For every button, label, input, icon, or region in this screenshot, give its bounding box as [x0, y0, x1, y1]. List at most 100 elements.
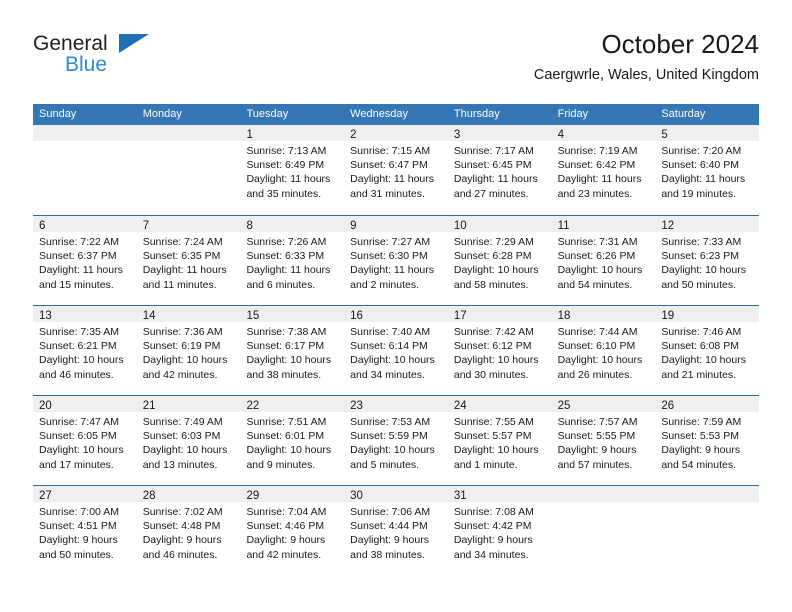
day-number-band: 24 [447, 396, 552, 412]
daylight-text-line1: Daylight: 11 hours [39, 264, 123, 277]
sunset-text: Sunset: 4:48 PM [142, 520, 221, 533]
day-number-band: 27 [33, 486, 137, 502]
calendar-day-cell[interactable]: 7 Sunrise: 7:24 AM Sunset: 6:35 PM Daylight… [136, 216, 241, 305]
daylight-text-line1: Daylight: 10 hours [453, 264, 539, 277]
daylight-text-line1: Daylight: 11 hours [557, 173, 642, 186]
daylight-text-line1: Daylight: 10 hours [39, 354, 124, 367]
daylight-text-line1: Daylight: 9 hours [557, 444, 637, 457]
daylight-text-line1: Daylight: 10 hours [350, 444, 435, 457]
calendar-day-cell[interactable]: 2 Sunrise: 7:15 AM Sunset: 6:47 PM Daylight… [344, 125, 448, 215]
calendar-day-cell-empty[interactable] [136, 125, 241, 215]
day-number: 10 [453, 220, 467, 232]
day-number-band: 23 [344, 396, 448, 412]
day-number-band: 12 [655, 216, 760, 232]
calendar-day-cell[interactable]: 31 Sunrise: 7:08 AM Sunset: 4:42 PM Dayligh… [447, 486, 552, 575]
sunrise-text: Sunrise: 7:31 AM [557, 236, 638, 248]
calendar-day-cell[interactable]: 16 Sunrise: 7:40 AM Sunset: 6:14 PM Dayligh… [344, 306, 448, 395]
daylight-text-line1: Daylight: 10 hours [453, 444, 539, 457]
calendar-day-cell[interactable]: 5 Sunrise: 7:20 AM Sunset: 6:40 PM Daylight… [655, 125, 760, 215]
day-details: Sunrise: 7:13 AM Sunset: 6:49 PM Daylight:… [240, 141, 344, 201]
sunset-text: Sunset: 6:23 PM [661, 250, 739, 263]
calendar-day-cell[interactable]: 26 Sunrise: 7:59 AM Sunset: 5:53 PM Dayligh… [655, 396, 760, 485]
day-number: 6 [39, 220, 46, 232]
calendar-day-cell[interactable]: 8 Sunrise: 7:26 AM Sunset: 6:33 PM Daylight… [240, 216, 345, 305]
calendar-day-cell[interactable]: 25 Sunrise: 7:57 AM Sunset: 5:55 PM Dayligh… [551, 396, 656, 485]
day-number: 20 [39, 400, 52, 412]
calendar-day-cell[interactable]: 28 Sunrise: 7:02 AM Sunset: 4:48 PM Dayligh… [136, 486, 241, 575]
daylight-text-line2: and 42 minutes. [246, 548, 322, 561]
calendar-day-cell[interactable]: 13 Sunrise: 7:35 AM Sunset: 6:21 PM Dayligh… [33, 306, 137, 395]
calendar-day-cell[interactable]: 19 Sunrise: 7:46 AM Sunset: 6:08 PM Dayligh… [655, 306, 760, 395]
sunrise-text: Sunrise: 7:51 AM [246, 416, 327, 428]
calendar-day-cell[interactable]: 22 Sunrise: 7:51 AM Sunset: 6:01 PM Dayligh… [240, 396, 345, 485]
sunrise-text: Sunrise: 7:17 AM [453, 145, 534, 157]
sunrise-text: Sunrise: 7:40 AM [350, 326, 431, 338]
day-number: 26 [661, 400, 675, 412]
sunset-text: Sunset: 6:42 PM [557, 159, 636, 172]
calendar-day-cell[interactable]: 1 Sunrise: 7:13 AM Sunset: 6:49 PM Daylight… [240, 125, 345, 215]
day-details: Sunrise: 7:17 AM Sunset: 6:45 PM Daylight:… [448, 141, 552, 201]
day-details: Sunrise: 7:51 AM Sunset: 6:01 PM Daylight:… [240, 412, 344, 472]
calendar-day-cell[interactable]: 18 Sunrise: 7:44 AM Sunset: 6:10 PM Dayligh… [551, 306, 656, 395]
daylight-text-line1: Daylight: 10 hours [39, 444, 124, 457]
calendar-grid: Sunday Monday Tuesday Wednesday Thursday Frid… [33, 104, 760, 575]
calendar-day-cell[interactable]: 23 Sunrise: 7:53 AM Sunset: 5:59 PM Dayligh… [344, 396, 448, 485]
calendar-week-row: 27 Sunrise: 7:00 AM Sunset: 4:51 PM Dayligh… [33, 485, 760, 575]
daylight-text-line1: Daylight: 9 hours [350, 534, 429, 547]
daylight-text-line2: and 31 minutes. [350, 187, 425, 200]
daylight-text-line1: Daylight: 10 hours [142, 354, 228, 367]
calendar-day-cell[interactable]: 15 Sunrise: 7:38 AM Sunset: 6:17 PM Dayligh… [240, 306, 345, 395]
sunset-text: Sunset: 4:42 PM [453, 520, 532, 533]
page-title: October 2024 [601, 29, 759, 59]
logo-text-blue: Blue [65, 53, 108, 76]
sunset-text: Sunset: 5:53 PM [661, 430, 739, 443]
calendar-day-cell[interactable]: 30 Sunrise: 7:06 AM Sunset: 4:44 PM Dayligh… [344, 486, 448, 575]
daylight-text-line1: Daylight: 10 hours [557, 264, 643, 277]
sunset-text: Sunset: 6:35 PM [142, 250, 221, 263]
daylight-text-line2: and 6 minutes. [246, 278, 316, 291]
daylight-text-line2: and 1 minute. [453, 458, 518, 471]
day-details: Sunrise: 7:24 AM Sunset: 6:35 PM Daylight:… [137, 232, 241, 292]
day-number-band: 7 [136, 216, 241, 232]
day-details: Sunrise: 7:49 AM Sunset: 6:03 PM Daylight:… [137, 412, 241, 472]
sunset-text: Sunset: 6:45 PM [453, 159, 532, 172]
calendar-day-cell-empty[interactable] [33, 125, 137, 215]
daylight-text-line2: and 21 minutes. [661, 368, 737, 381]
calendar-day-cell[interactable]: 21 Sunrise: 7:49 AM Sunset: 6:03 PM Dayligh… [136, 396, 241, 485]
daylight-text-line1: Daylight: 10 hours [142, 444, 228, 457]
calendar-day-cell[interactable]: 17 Sunrise: 7:42 AM Sunset: 6:12 PM Dayligh… [447, 306, 552, 395]
daylight-text-line1: Daylight: 9 hours [39, 534, 118, 547]
daylight-text-line2: and 46 minutes. [142, 548, 218, 561]
day-number: 4 [557, 129, 564, 141]
daylight-text-line1: Daylight: 11 hours [246, 173, 331, 186]
calendar-weekday-header-row: Sunday Monday Tuesday Wednesday Thursday Frid… [33, 104, 759, 125]
day-number-band: 17 [447, 306, 552, 322]
calendar-day-cell[interactable]: 24 Sunrise: 7:55 AM Sunset: 5:57 PM Dayligh… [447, 396, 552, 485]
calendar-day-cell[interactable]: 4 Sunrise: 7:19 AM Sunset: 6:42 PM Daylight… [551, 125, 656, 215]
calendar-day-cell[interactable]: 27 Sunrise: 7:00 AM Sunset: 4:51 PM Dayligh… [33, 486, 137, 575]
day-details: Sunrise: 7:55 AM Sunset: 5:57 PM Daylight:… [448, 412, 552, 472]
calendar-day-cell-empty[interactable] [551, 486, 656, 575]
calendar-day-cell[interactable]: 14 Sunrise: 7:36 AM Sunset: 6:19 PM Dayligh… [136, 306, 241, 395]
daylight-text-line2: and 58 minutes. [453, 278, 529, 291]
sunset-text: Sunset: 6:40 PM [661, 159, 739, 172]
calendar-day-cell[interactable]: 3 Sunrise: 7:17 AM Sunset: 6:45 PM Daylight… [447, 125, 552, 215]
calendar-day-cell-empty[interactable] [655, 486, 760, 575]
calendar-day-cell[interactable]: 20 Sunrise: 7:47 AM Sunset: 6:05 PM Dayligh… [33, 396, 137, 485]
day-number-band: 30 [344, 486, 448, 502]
calendar-day-cell[interactable]: 29 Sunrise: 7:04 AM Sunset: 4:46 PM Dayligh… [240, 486, 345, 575]
calendar-day-cell[interactable]: 9 Sunrise: 7:27 AM Sunset: 6:30 PM Daylight… [344, 216, 448, 305]
calendar-day-cell[interactable]: 11 Sunrise: 7:31 AM Sunset: 6:26 PM Dayligh… [551, 216, 656, 305]
calendar-day-cell[interactable]: 6 Sunrise: 7:22 AM Sunset: 6:37 PM Daylight… [33, 216, 137, 305]
day-number-band: 1 [240, 125, 345, 141]
calendar-day-cell[interactable]: 10 Sunrise: 7:29 AM Sunset: 6:28 PM Dayligh… [447, 216, 552, 305]
sunset-text: Sunset: 6:26 PM [557, 250, 636, 263]
daylight-text-line2: and 23 minutes. [557, 187, 633, 200]
sunrise-text: Sunrise: 7:57 AM [557, 416, 638, 428]
day-details [137, 141, 241, 144]
day-number: 25 [557, 400, 571, 412]
calendar-day-cell[interactable]: 12 Sunrise: 7:33 AM Sunset: 6:23 PM Dayligh… [655, 216, 760, 305]
daylight-text-line1: Daylight: 9 hours [453, 534, 533, 547]
sunset-text: Sunset: 6:08 PM [661, 340, 739, 353]
weekday-header-monday: Monday [142, 108, 182, 120]
